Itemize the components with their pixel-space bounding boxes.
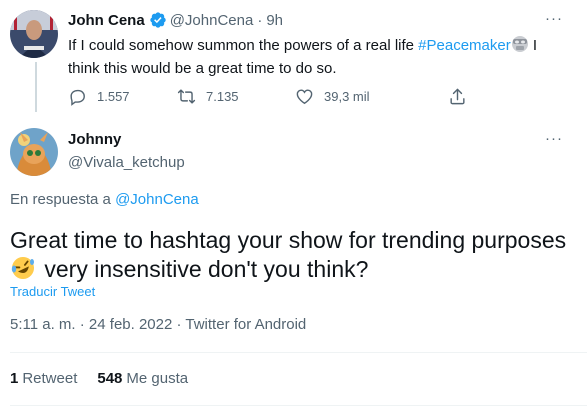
reply-count: 1.557 xyxy=(97,88,130,104)
thread-connector-line xyxy=(35,62,37,112)
in-reply-to-line: En respuesta a @JohnCena xyxy=(10,191,199,208)
retweets-stat-count: 1 xyxy=(10,370,19,387)
reply-text-line2: very insensitive don't you think? xyxy=(38,256,369,282)
likes-stat[interactable]: 548 Me gusta xyxy=(97,370,188,387)
retweet-icon xyxy=(177,88,196,104)
translate-tweet-link[interactable]: Traducir Tweet xyxy=(10,284,95,299)
reply-more-options-button[interactable]: ··· xyxy=(545,130,563,147)
quoted-author-name[interactable]: John Cena xyxy=(68,12,145,29)
retweet-count: 7.135 xyxy=(206,88,239,104)
retweets-stat-label: Retweet xyxy=(22,370,78,387)
reply-tweet-text: Great time to hashtag your show for tren… xyxy=(10,226,580,288)
like-button[interactable]: 39,3 mil xyxy=(295,86,448,106)
quoted-text-part1: If I could somehow summon the powers of … xyxy=(68,37,419,54)
divider-top xyxy=(10,352,587,353)
reply-author-name[interactable]: Johnny xyxy=(68,131,121,148)
tweet-meta[interactable]: 5:11 a. m. · 24 feb. 2022 · Twitter for … xyxy=(10,316,306,333)
reply-icon xyxy=(70,89,85,106)
share-icon xyxy=(450,88,465,104)
quoted-tweet-text: If I could somehow summon the powers of … xyxy=(68,35,558,79)
quoted-more-options-button[interactable]: ··· xyxy=(545,10,563,27)
heart-icon xyxy=(296,88,313,104)
reply-author-handle[interactable]: @Vivala_ketchup xyxy=(68,153,185,173)
like-count: 39,3 mil xyxy=(324,88,370,104)
johnny-avatar[interactable] xyxy=(10,128,58,176)
alien-mask-emoji xyxy=(511,35,529,59)
reply-button[interactable]: 1.557 xyxy=(68,86,177,106)
share-button[interactable] xyxy=(448,86,477,106)
likes-stat-label: Me gusta xyxy=(126,370,189,387)
retweet-button[interactable]: 7.135 xyxy=(177,86,295,106)
divider-bottom xyxy=(10,405,587,406)
retweets-stat[interactable]: 1 Retweet xyxy=(10,370,77,387)
peacemaker-hashtag-link[interactable]: #Peacemaker xyxy=(418,37,511,54)
john-cena-avatar[interactable] xyxy=(10,10,58,58)
likes-stat-count: 548 xyxy=(97,370,123,387)
quoted-tweet-header: John Cena @JohnCena · 9h xyxy=(68,10,283,30)
tweet-stats: 1 Retweet 548 Me gusta xyxy=(10,370,208,387)
reply-tweet-header: Johnny @Vivala_ketchup xyxy=(68,130,185,173)
quoted-tweet-actions: 1.557 7.135 39,3 mil xyxy=(68,86,498,106)
quoted-tweet-time[interactable]: 9h xyxy=(266,12,283,29)
verified-badge-icon xyxy=(149,11,167,29)
reply-target-link[interactable]: @JohnCena xyxy=(115,191,199,208)
reply-text-line1: Great time to hashtag your show for tren… xyxy=(10,227,567,253)
dot-separator: · xyxy=(257,11,263,29)
quoted-author-handle[interactable]: @JohnCena xyxy=(170,12,254,29)
in-reply-to-prefix: En respuesta a xyxy=(10,191,116,208)
